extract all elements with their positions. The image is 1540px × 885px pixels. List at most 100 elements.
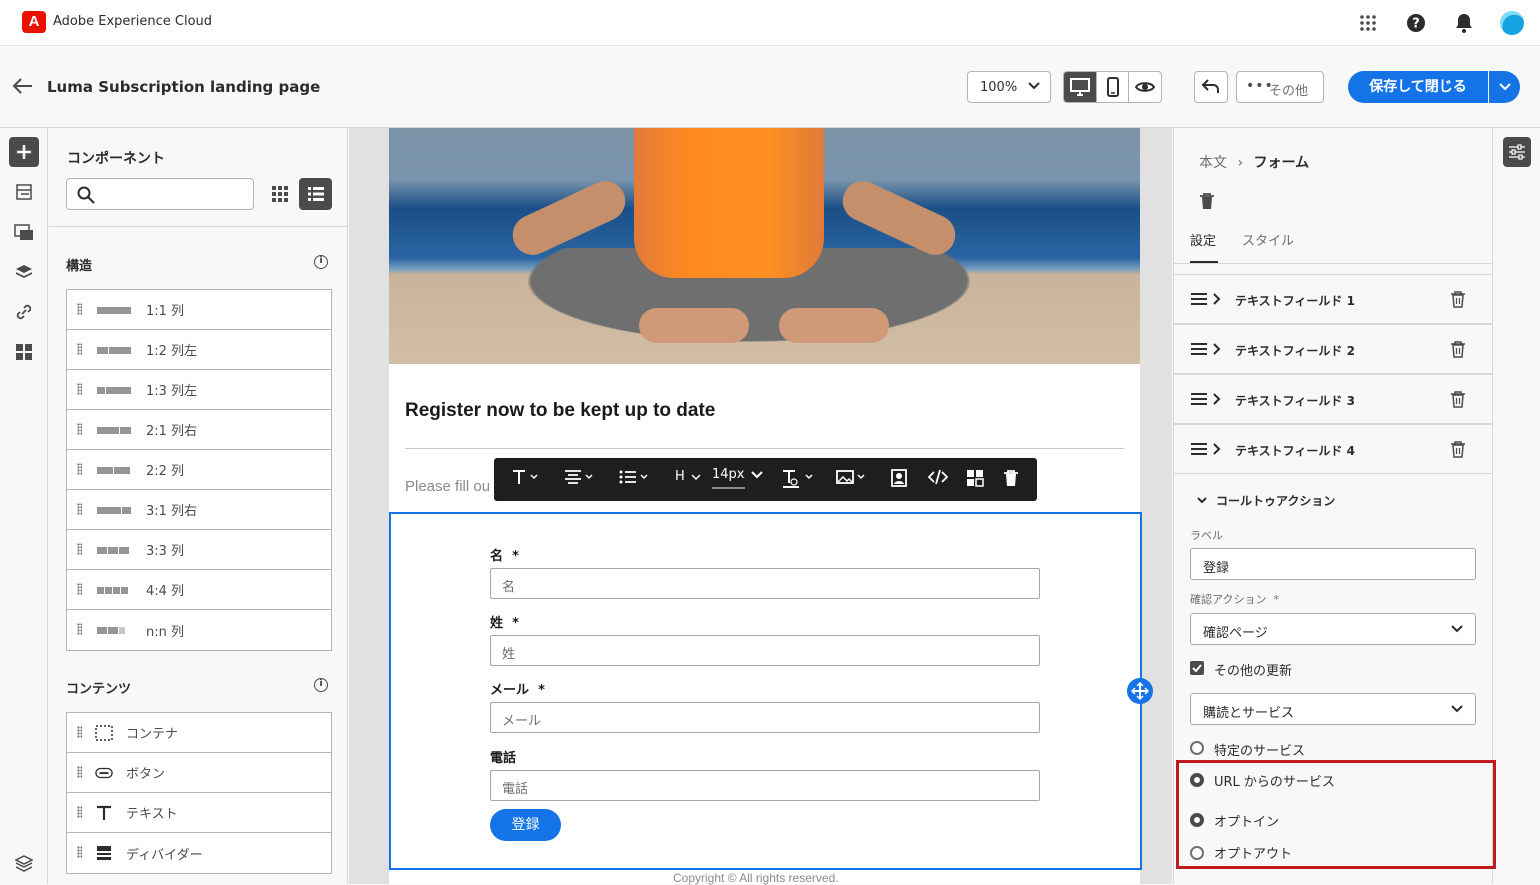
properties-button[interactable] — [1503, 137, 1531, 167]
last-name-input[interactable]: 姓 — [490, 635, 1040, 666]
user-avatar[interactable] — [1498, 10, 1526, 36]
drag-handle-icon[interactable] — [77, 463, 82, 475]
other-updates-checkbox[interactable] — [1190, 661, 1204, 675]
copyright-text[interactable]: Copyright © All rights reserved. — [673, 871, 839, 885]
content-item[interactable]: コンテナ — [67, 713, 331, 753]
submit-button[interactable]: 登録 — [490, 809, 561, 841]
add-components-button[interactable] — [9, 137, 39, 167]
font-size-dropdown[interactable] — [750, 469, 764, 479]
drag-handle-icon[interactable] — [77, 583, 82, 595]
phone-input[interactable]: 電話 — [490, 770, 1040, 801]
content-item[interactable]: ボタン — [67, 753, 331, 793]
specific-service-radio[interactable] — [1190, 741, 1204, 755]
cta-section-header[interactable]: コールトゥアクション — [1196, 492, 1335, 509]
layers-button[interactable] — [9, 257, 39, 287]
mobile-view-button[interactable] — [1097, 72, 1130, 102]
delete-block-button[interactable] — [1003, 469, 1019, 487]
bell-icon[interactable] — [1450, 10, 1478, 36]
structure-item[interactable]: 2:1 列右 — [67, 410, 331, 450]
structure-item[interactable]: 1:1 列 — [67, 290, 331, 330]
personalization-button[interactable] — [891, 469, 907, 487]
first-name-input[interactable]: 名 — [490, 568, 1040, 599]
drag-handle-icon[interactable] — [1191, 342, 1207, 356]
chevron-right-icon[interactable] — [1212, 293, 1222, 305]
back-arrow-icon[interactable] — [12, 77, 34, 99]
structure-item[interactable]: 1:3 列左 — [67, 370, 331, 410]
drag-handle-icon[interactable] — [77, 806, 82, 818]
intro-text[interactable]: Please fill ou — [405, 478, 490, 495]
text-field-row[interactable]: テキストフィールド 1 — [1174, 274, 1492, 324]
structure-item[interactable]: 4:4 列 — [67, 570, 331, 610]
text-style-button[interactable] — [512, 469, 540, 485]
register-heading[interactable]: Register now to be kept up to date — [405, 400, 715, 422]
adobe-logo[interactable]: A — [22, 11, 46, 33]
structure-item[interactable]: n:n 列 — [67, 610, 331, 650]
component-search-input[interactable] — [66, 178, 254, 210]
content-info-icon[interactable]: i — [314, 678, 328, 692]
font-size-input[interactable]: 14px — [712, 467, 745, 489]
align-button[interactable] — [564, 469, 596, 485]
structure-item[interactable]: 3:3 列 — [67, 530, 331, 570]
drag-handle-icon[interactable] — [77, 846, 82, 858]
drag-handle-icon[interactable] — [77, 383, 82, 395]
breadcrumb-parent[interactable]: 本文 — [1199, 155, 1227, 171]
heading-button[interactable]: H — [675, 469, 702, 484]
drag-handle-icon[interactable] — [77, 423, 82, 435]
text-field-row[interactable]: テキストフィールド 3 — [1174, 374, 1492, 424]
more-button[interactable]: ••• その他 — [1236, 71, 1324, 103]
drag-handle-icon[interactable] — [77, 766, 82, 778]
text-color-button[interactable] — [782, 469, 816, 489]
content-item[interactable]: テキスト — [67, 793, 331, 833]
navigation-tree-button[interactable] — [9, 177, 39, 207]
structure-item[interactable]: 1:2 列左 — [67, 330, 331, 370]
structure-item[interactable]: 3:1 列右 — [67, 490, 331, 530]
drag-handle-icon[interactable] — [77, 343, 82, 355]
list-format-button[interactable] — [619, 469, 651, 485]
save-options-button[interactable] — [1489, 71, 1520, 103]
chevron-right-icon[interactable] — [1212, 393, 1222, 405]
trash-icon[interactable] — [1199, 192, 1215, 214]
email-input[interactable]: メール — [490, 702, 1040, 733]
layers-bottom-button[interactable] — [9, 848, 39, 878]
drag-handle-icon[interactable] — [77, 503, 82, 515]
zoom-dropdown[interactable]: 100% — [967, 71, 1051, 103]
insert-image-button[interactable] — [836, 469, 868, 485]
content-item[interactable]: ディバイダー — [67, 833, 331, 873]
move-handle-icon[interactable] — [1127, 678, 1153, 704]
help-icon[interactable]: ? — [1402, 10, 1430, 36]
drag-handle-icon[interactable] — [1191, 392, 1207, 406]
drag-handle-icon[interactable] — [77, 623, 82, 635]
confirm-action-dropdown[interactable]: 確認ページ — [1190, 613, 1476, 645]
drag-handle-icon[interactable] — [77, 543, 82, 555]
links-button[interactable] — [9, 297, 39, 327]
drag-handle-icon[interactable] — [1191, 292, 1207, 306]
save-and-close-button[interactable]: 保存して閉じる — [1348, 71, 1488, 103]
structure-item[interactable]: 2:2 列 — [67, 450, 331, 490]
structure-info-icon[interactable]: i — [314, 255, 328, 269]
drag-handle-icon[interactable] — [1191, 442, 1207, 456]
trash-icon[interactable] — [1450, 290, 1466, 308]
preview-button[interactable] — [1129, 72, 1161, 102]
drag-handle-icon[interactable] — [77, 726, 82, 738]
desktop-view-button[interactable] — [1064, 72, 1097, 102]
assets-button[interactable] — [9, 217, 39, 247]
trash-icon[interactable] — [1450, 440, 1466, 458]
trash-icon[interactable] — [1450, 340, 1466, 358]
grid-view-button[interactable] — [267, 180, 293, 208]
drag-handle-icon[interactable] — [77, 303, 82, 315]
source-code-button[interactable] — [928, 469, 948, 485]
tab-style[interactable]: スタイル — [1242, 230, 1294, 249]
subscription-dropdown[interactable]: 購読とサービス — [1190, 693, 1476, 725]
text-field-row[interactable]: テキストフィールド 4 — [1174, 424, 1492, 474]
chevron-right-icon[interactable] — [1212, 443, 1222, 455]
hero-image[interactable] — [389, 128, 1140, 364]
apps-grid-icon[interactable] — [1354, 10, 1382, 36]
brand-name[interactable]: Adobe Experience Cloud — [53, 14, 212, 29]
tab-settings[interactable]: 設定 — [1190, 230, 1216, 249]
list-view-button[interactable] — [299, 178, 332, 210]
text-field-row[interactable]: テキストフィールド 2 — [1174, 324, 1492, 374]
fragments-button[interactable] — [9, 337, 39, 367]
trash-icon[interactable] — [1450, 390, 1466, 408]
cta-label-input[interactable]: 登録 — [1190, 548, 1476, 580]
select-parent-button[interactable] — [966, 469, 984, 487]
